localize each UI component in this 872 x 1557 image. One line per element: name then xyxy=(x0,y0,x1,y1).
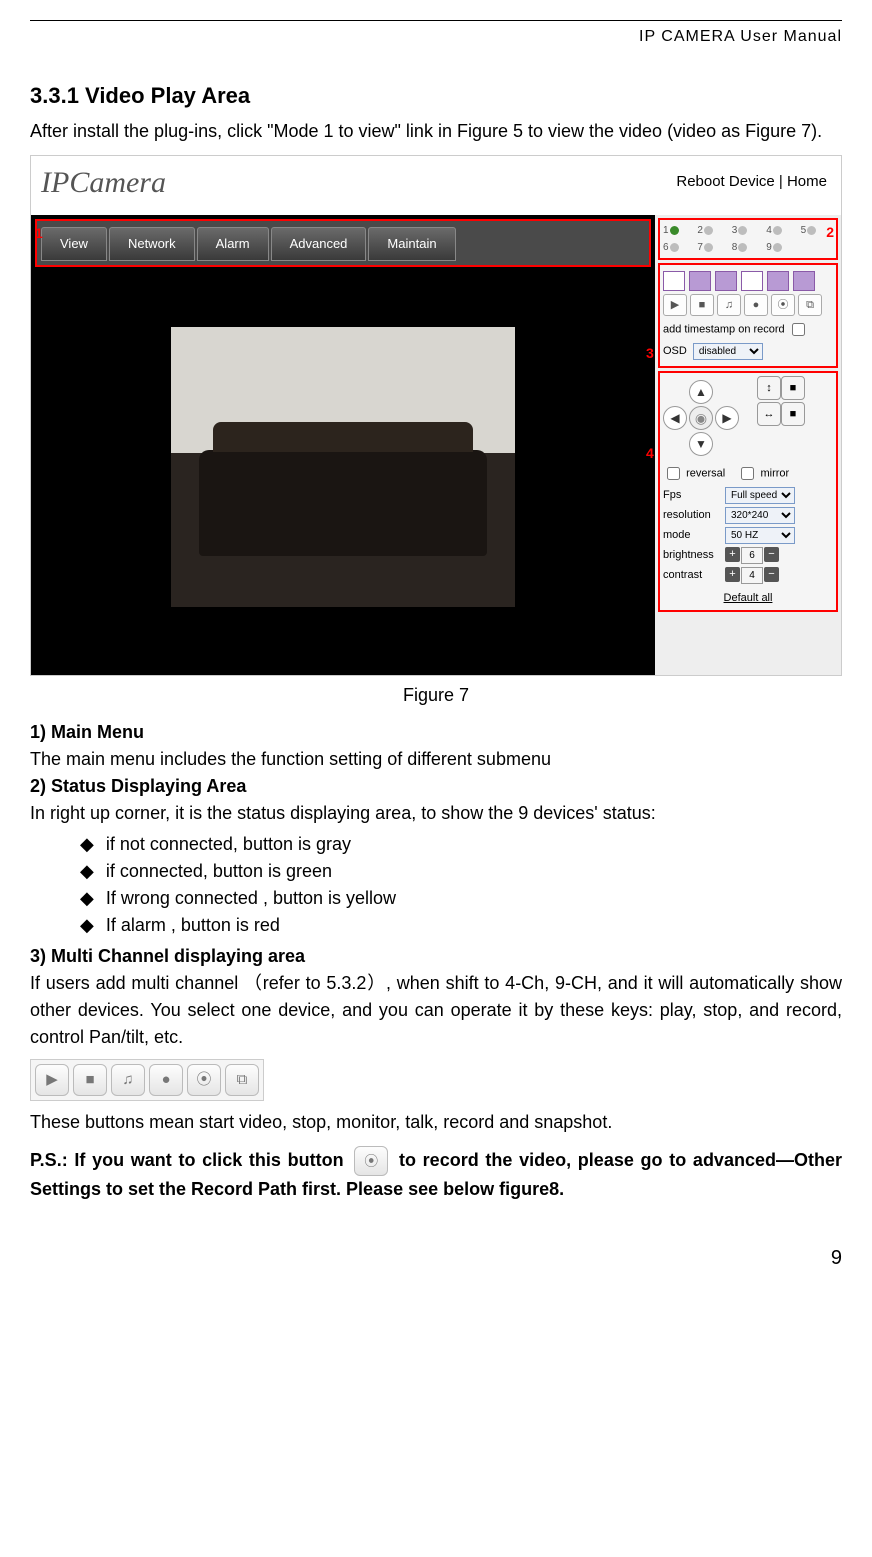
strip-talk-icon[interactable]: ● xyxy=(149,1064,183,1096)
monitor-icon[interactable]: ♫ xyxy=(717,294,741,316)
contrast-plus-button[interactable]: + xyxy=(725,567,740,582)
tab-network[interactable]: Network xyxy=(109,227,195,261)
page-number: 9 xyxy=(30,1243,842,1273)
layout-1up-icon[interactable] xyxy=(663,271,685,291)
strip-play-icon[interactable]: ▶ xyxy=(35,1064,69,1096)
ptz-panel: 4 ▲ ◀ ◉ ▶ ▼ ↕ ■ xyxy=(658,371,838,612)
osd-label: OSD xyxy=(663,343,687,360)
strip-stop-icon[interactable]: ■ xyxy=(73,1064,107,1096)
tab-maintain[interactable]: Maintain xyxy=(368,227,455,261)
list-item: If alarm , button is red xyxy=(80,912,842,939)
contrast-label: contrast xyxy=(663,567,719,584)
status-dot-9[interactable] xyxy=(773,243,782,252)
control-button-strip: ▶ ■ ♫ ● ⦿ ⧉ xyxy=(30,1059,264,1101)
main-menu-tabs: 1 View Network Alarm Advanced Maintain xyxy=(35,219,651,267)
ptz-left-icon[interactable]: ◀ xyxy=(663,406,687,430)
status-dot-8[interactable] xyxy=(738,243,747,252)
top-links[interactable]: Reboot Device | Home xyxy=(676,171,827,194)
running-header: IP CAMERA User Manual xyxy=(30,20,842,49)
status-dot-7[interactable] xyxy=(704,243,713,252)
hpatrol-icon[interactable]: ↔ xyxy=(757,402,781,426)
fps-select[interactable]: Full speed xyxy=(725,487,795,504)
status-dot-2[interactable] xyxy=(704,226,713,235)
list-item: if connected, button is green xyxy=(80,858,842,885)
figure-7: IPCamera Reboot Device | Home 1 View Net… xyxy=(30,155,842,676)
list-item: if not connected, button is gray xyxy=(80,831,842,858)
record-icon[interactable]: ⦿ xyxy=(771,294,795,316)
strip-snapshot-icon[interactable]: ⧉ xyxy=(225,1064,259,1096)
stop-icon[interactable]: ■ xyxy=(690,294,714,316)
strip-monitor-icon[interactable]: ♫ xyxy=(111,1064,145,1096)
status-bullet-list: if not connected, button is gray if conn… xyxy=(30,831,842,939)
annotation-2: 2 xyxy=(826,222,834,243)
ptz-down-icon[interactable]: ▼ xyxy=(689,432,713,456)
layout-alt3-icon[interactable] xyxy=(793,271,815,291)
item-1-heading: 1) Main Menu xyxy=(30,719,842,746)
brightness-value: 6 xyxy=(741,547,763,564)
contrast-value: 4 xyxy=(741,567,763,584)
reversal-label: reversal xyxy=(686,467,725,479)
strip-record-icon[interactable]: ⦿ xyxy=(187,1064,221,1096)
inline-record-icon: ⦿ xyxy=(354,1146,388,1176)
status-dot-4[interactable] xyxy=(773,226,782,235)
ptz-controls: ▲ ◀ ◉ ▶ ▼ xyxy=(663,380,739,456)
intro-paragraph: After install the plug-ins, click "Mode … xyxy=(30,118,842,145)
section-title: 3.3.1 Video Play Area xyxy=(30,79,842,112)
status-dot-1[interactable] xyxy=(670,226,679,235)
buttons-explain-text: These buttons mean start video, stop, mo… xyxy=(30,1109,842,1136)
layout-9up-icon[interactable] xyxy=(715,271,737,291)
ptz-right-icon[interactable]: ▶ xyxy=(715,406,739,430)
timestamp-label: add timestamp on record xyxy=(663,323,785,335)
status-dot-6[interactable] xyxy=(670,243,679,252)
ptz-up-icon[interactable]: ▲ xyxy=(689,380,713,404)
brightness-plus-button[interactable]: + xyxy=(725,547,740,562)
tab-advanced[interactable]: Advanced xyxy=(271,227,367,261)
annotation-4: 4 xyxy=(646,443,654,464)
ps-text-a: P.S.: If you want to click this button xyxy=(30,1150,350,1170)
item-3-text: If users add multi channel （refer to 5.3… xyxy=(30,970,842,1051)
item-3-heading: 3) Multi Channel displaying area xyxy=(30,943,842,970)
item-1-text: The main menu includes the function sett… xyxy=(30,746,842,773)
fps-label: Fps xyxy=(663,487,719,504)
brightness-minus-button[interactable]: − xyxy=(764,547,779,562)
figure-caption: Figure 7 xyxy=(30,682,842,709)
ps-note: P.S.: If you want to click this button ⦿… xyxy=(30,1146,842,1203)
osd-select[interactable]: disabled xyxy=(693,343,763,360)
list-item: If wrong connected , button is yellow xyxy=(80,885,842,912)
vpatrol-icon[interactable]: ↕ xyxy=(757,376,781,400)
resolution-select[interactable]: 320*240 xyxy=(725,507,795,524)
play-icon[interactable]: ▶ xyxy=(663,294,687,316)
status-dot-3[interactable] xyxy=(738,226,747,235)
snapshot-icon[interactable]: ⧉ xyxy=(798,294,822,316)
reversal-checkbox[interactable] xyxy=(667,467,680,480)
annotation-3: 3 xyxy=(646,343,654,364)
ptz-center-icon[interactable]: ◉ xyxy=(689,406,713,430)
video-preview xyxy=(171,327,514,607)
vstop-icon[interactable]: ■ xyxy=(781,376,805,400)
default-all-link[interactable]: Default all xyxy=(663,590,833,607)
mode-label: mode xyxy=(663,527,719,544)
contrast-minus-button[interactable]: − xyxy=(764,567,779,582)
mirror-checkbox[interactable] xyxy=(741,467,754,480)
tab-view[interactable]: View xyxy=(41,227,107,261)
layout-panel: 3 ▶ ■ ♫ ● ⦿ ⧉ add t xyxy=(658,263,838,368)
ipcamera-logo: IPCamera xyxy=(41,160,166,205)
mirror-label: mirror xyxy=(760,467,789,479)
status-dot-5[interactable] xyxy=(807,226,816,235)
status-panel: 2 1 2 3 4 5 6 7 8 9 xyxy=(658,218,838,260)
layout-4up-icon[interactable] xyxy=(689,271,711,291)
hstop-icon[interactable]: ■ xyxy=(781,402,805,426)
layout-alt1-icon[interactable] xyxy=(741,271,763,291)
tab-alarm[interactable]: Alarm xyxy=(197,227,269,261)
talk-icon[interactable]: ● xyxy=(744,294,768,316)
mode-select[interactable]: 50 HZ xyxy=(725,527,795,544)
item-2-heading: 2) Status Displaying Area xyxy=(30,773,842,800)
item-2-text: In right up corner, it is the status dis… xyxy=(30,800,842,827)
resolution-label: resolution xyxy=(663,507,719,524)
brightness-label: brightness xyxy=(663,547,719,564)
timestamp-checkbox[interactable] xyxy=(792,323,805,336)
layout-alt2-icon[interactable] xyxy=(767,271,789,291)
annotation-1: 1 xyxy=(35,223,43,244)
